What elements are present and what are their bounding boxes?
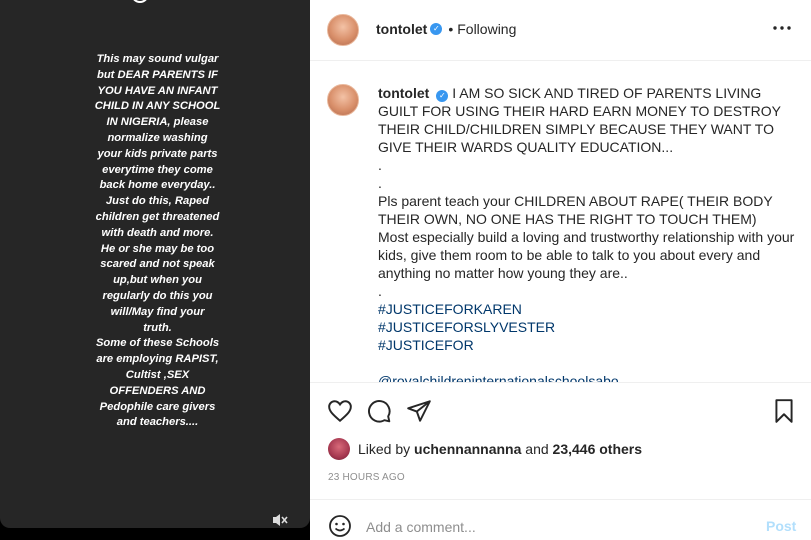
likes-and: and	[525, 441, 549, 457]
story-media-panel: This may sound vulgar but DEAR PARENTS I…	[0, 0, 310, 540]
caption-line-4: Pls parent teach your CHILDREN ABOUT RAP…	[378, 193, 773, 227]
circle-icon[interactable]	[130, 0, 150, 13]
liker-avatar[interactable]	[328, 438, 350, 460]
hashtag-link[interactable]: #JUSTICEFORSLYVESTER	[378, 318, 803, 336]
caption-avatar[interactable]	[327, 84, 359, 116]
comment-bar: Post	[310, 499, 811, 540]
action-bar	[310, 390, 811, 430]
caption-username[interactable]: tontolet	[378, 85, 429, 101]
share-send-icon[interactable]	[406, 398, 432, 424]
comment-icon[interactable]	[366, 398, 392, 424]
comment-input[interactable]	[366, 518, 746, 536]
mute-icon[interactable]	[272, 512, 288, 528]
story-text: This may sound vulgar but DEAR PARENTS I…	[94, 53, 221, 429]
story-card: This may sound vulgar but DEAR PARENTS I…	[0, 0, 310, 528]
story-top-controls	[0, 0, 310, 8]
draw-icon[interactable]	[242, 0, 262, 13]
likes-summary: Liked by uchennannanna and 23,446 others	[328, 438, 642, 460]
hashtag-link[interactable]: #JUSTICEFORKAREN	[378, 300, 803, 318]
story-progress-bars	[0, 533, 310, 540]
caption-line-3: .	[378, 175, 382, 191]
post-comment-button[interactable]: Post	[766, 518, 796, 534]
hashtag-link[interactable]: #JUSTICEFOR	[378, 336, 803, 354]
caption-line-6: .	[378, 283, 382, 299]
verified-badge-icon: ✓	[436, 90, 449, 102]
emoji-icon[interactable]	[328, 514, 352, 538]
header-username[interactable]: tontolet	[376, 21, 427, 37]
caption-line-2: .	[378, 157, 382, 173]
post-timestamp[interactable]: 23 HOURS AGO	[328, 472, 405, 483]
separator-dot: •	[448, 21, 454, 37]
post-header: tontolet ✓ • Following	[310, 0, 811, 61]
save-bookmark-icon[interactable]	[771, 398, 797, 424]
like-heart-icon[interactable]	[327, 398, 353, 424]
back-arrow-icon[interactable]	[20, 0, 32, 13]
caption-area: tontolet ✓ I AM SO SICK AND TIRED OF PARE…	[310, 61, 811, 383]
header-user-row: tontolet ✓ • Following	[376, 21, 516, 37]
caption-line-5: Most especially build a loving and trust…	[378, 229, 795, 281]
liker-username[interactable]: uchennannanna	[414, 441, 521, 457]
verified-badge-icon: ✓	[430, 23, 443, 35]
likes-count-link[interactable]: 23,446 others	[553, 441, 643, 457]
sticker-icon[interactable]	[168, 0, 186, 13]
post-caption: tontolet ✓ I AM SO SICK AND TIRED OF PARE…	[378, 84, 803, 382]
likes-prefix: Liked by	[358, 441, 411, 457]
text-tool-icon[interactable]	[204, 0, 224, 13]
mention-link[interactable]: @royalchildreninternationalschoolsabo	[378, 372, 803, 382]
following-button[interactable]: Following	[457, 21, 516, 37]
post-panel: tontolet ✓ • Following tontolet ✓ I AM SO…	[310, 0, 811, 540]
more-options-icon[interactable]	[770, 20, 794, 36]
avatar[interactable]	[327, 14, 359, 46]
